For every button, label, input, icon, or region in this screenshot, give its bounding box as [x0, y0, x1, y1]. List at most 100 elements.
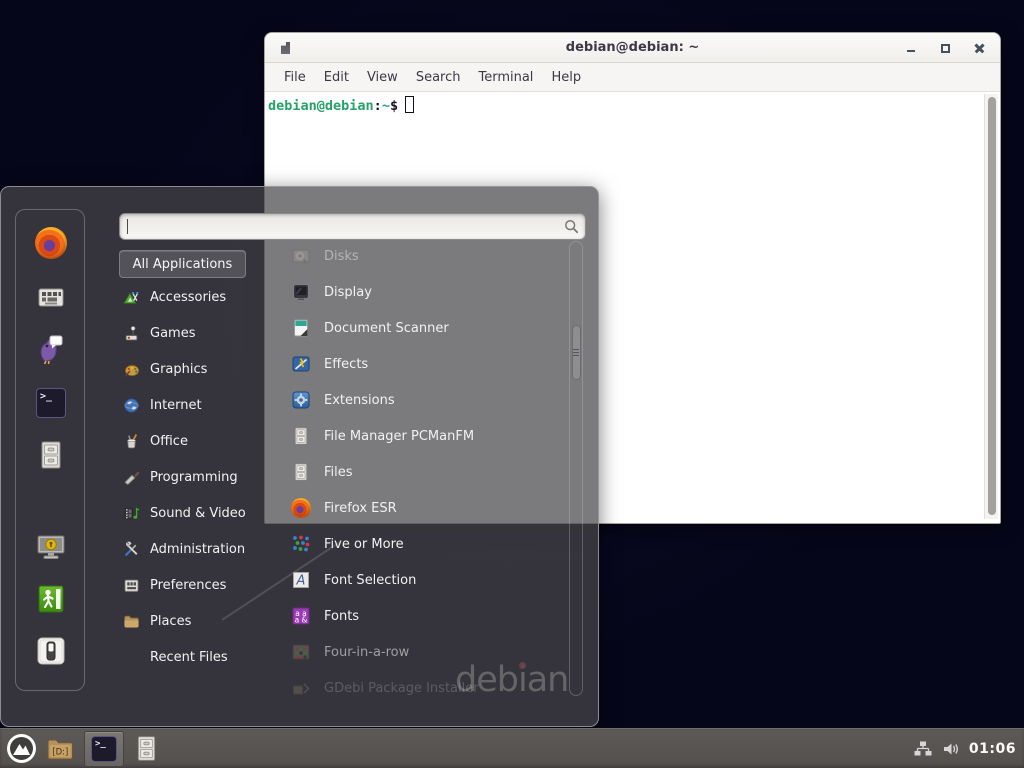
window-controls [904, 33, 986, 63]
games-icon [123, 325, 140, 342]
svg-text:[D:]: [D:] [52, 748, 68, 758]
app-effects[interactable]: Effects [283, 346, 569, 382]
category-sound-video[interactable]: Sound & Video [119, 495, 269, 531]
desktop-folder-launcher[interactable]: [D:] [45, 731, 76, 767]
file-manager-icon [291, 426, 311, 446]
app-font-selection[interactable]: A Font Selection [283, 562, 569, 598]
menu-scrollbar-thumb[interactable] [572, 325, 581, 380]
menu-file[interactable]: File [275, 66, 315, 89]
terminal-scrollbar-thumb[interactable] [988, 97, 996, 515]
app-five-or-more[interactable]: Five or More [283, 526, 569, 562]
application-menu: >_ [0, 186, 599, 727]
menu-view[interactable]: View [358, 66, 407, 89]
file-manager-icon [35, 439, 67, 471]
app-document-scanner[interactable]: Document Scanner [283, 310, 569, 346]
disks-icon [291, 246, 311, 266]
shutdown-button[interactable] [34, 634, 68, 668]
logout-button[interactable] [34, 582, 68, 616]
category-games[interactable]: Games [119, 315, 269, 351]
desktop: debian debian@debian: ~ File Edit View S… [0, 0, 1024, 768]
clock[interactable]: 01:06 [969, 741, 1016, 757]
preferences-icon [123, 577, 140, 594]
folder-d-icon: [D:] [45, 733, 76, 764]
taskbar-terminal-task[interactable]: >_ [84, 731, 124, 767]
category-administration[interactable]: Administration [119, 531, 269, 567]
maximize-button[interactable] [938, 41, 952, 55]
file-manager-icon [132, 734, 161, 763]
category-recent-files[interactable]: Recent Files [119, 639, 269, 675]
terminal-icon: >_ [91, 736, 117, 762]
category-internet[interactable]: Internet [119, 387, 269, 423]
menu-edit[interactable]: Edit [315, 66, 358, 89]
five-or-more-icon [291, 534, 311, 554]
panel-menu-icon [6, 733, 37, 764]
lock-screen-icon [35, 531, 67, 563]
office-icon [123, 433, 140, 450]
fonts-icon: a a a & [291, 606, 311, 626]
favorite-software-button[interactable] [34, 280, 68, 314]
search-input[interactable] [119, 213, 586, 240]
favorites-sidebar: >_ [15, 209, 85, 691]
programming-icon [123, 469, 140, 486]
document-scanner-icon [291, 318, 311, 338]
favorite-file-manager-button[interactable] [34, 438, 68, 472]
favorite-terminal-button[interactable]: >_ [34, 386, 68, 420]
shutdown-icon [35, 635, 67, 667]
minimize-button[interactable] [904, 41, 918, 55]
firefox-icon [35, 227, 67, 259]
taskbar-file-manager-task[interactable] [132, 731, 161, 767]
menu-search[interactable]: Search [407, 66, 470, 89]
application-list: Disks Display Document Scanner [283, 238, 569, 706]
app-display[interactable]: Display [283, 274, 569, 310]
terminal-titlebar[interactable]: debian@debian: ~ [265, 33, 1000, 63]
internet-icon [123, 397, 140, 414]
search-caret [127, 219, 128, 234]
favorite-pidgin-button[interactable] [34, 332, 68, 366]
system-tray: 01:06 [913, 739, 1024, 759]
terminal-scrollbar[interactable] [984, 94, 998, 519]
app-gdebi-package-installer[interactable]: GDebi Package Installer [283, 670, 569, 706]
terminal-prompt: debian@debian:~$ [265, 92, 1000, 114]
terminal-menubar: File Edit View Search Terminal Help [265, 63, 1000, 92]
pidgin-icon [35, 333, 67, 365]
window-title: debian@debian: ~ [265, 40, 1000, 55]
category-all-applications[interactable]: All Applications [119, 250, 246, 278]
category-programming[interactable]: Programming [119, 459, 269, 495]
category-office[interactable]: Office [119, 423, 269, 459]
app-files[interactable]: Files [283, 454, 569, 490]
font-selection-icon: A [291, 570, 311, 590]
menu-scrollbar[interactable] [569, 241, 583, 696]
firefox-icon [291, 498, 311, 518]
app-extensions[interactable]: Extensions [283, 382, 569, 418]
category-list: Accessories Games Graphics [119, 279, 269, 675]
category-graphics[interactable]: Graphics [119, 351, 269, 387]
volume-icon[interactable] [941, 739, 961, 759]
lock-screen-button[interactable] [34, 530, 68, 564]
prompt-user-host: debian@debian [268, 98, 374, 114]
terminal-icon: >_ [36, 388, 66, 418]
panel-menu-button[interactable] [6, 731, 37, 767]
extensions-icon [291, 390, 311, 410]
network-icon[interactable] [913, 739, 933, 759]
svg-text:a &: a & [295, 616, 308, 625]
files-icon [291, 462, 311, 482]
software-icon [35, 281, 67, 313]
app-disks[interactable]: Disks [283, 238, 569, 274]
display-icon [291, 282, 311, 302]
menu-help[interactable]: Help [542, 66, 590, 89]
close-button[interactable] [972, 41, 986, 55]
logout-icon [35, 583, 67, 615]
app-file-manager-pcmanfm[interactable]: File Manager PCManFM [283, 418, 569, 454]
four-in-a-row-icon [291, 642, 311, 662]
places-icon [123, 613, 140, 630]
gdebi-icon [291, 678, 311, 698]
category-accessories[interactable]: Accessories [119, 279, 269, 315]
favorite-firefox-button[interactable] [34, 226, 68, 260]
category-places[interactable]: Places [119, 603, 269, 639]
prompt-path: ~ [382, 98, 390, 114]
menu-terminal[interactable]: Terminal [469, 66, 542, 89]
category-preferences[interactable]: Preferences [119, 567, 269, 603]
app-fonts[interactable]: a a a & Fonts [283, 598, 569, 634]
app-four-in-a-row[interactable]: Four-in-a-row [283, 634, 569, 670]
app-firefox-esr[interactable]: Firefox ESR [283, 490, 569, 526]
